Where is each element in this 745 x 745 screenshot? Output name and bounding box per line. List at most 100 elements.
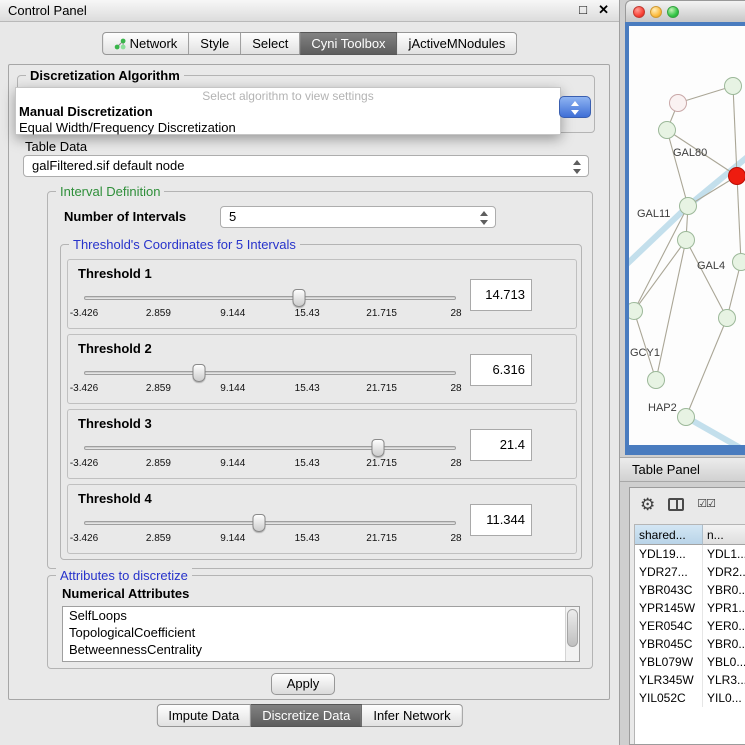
dropdown-option[interactable]: Manual Discretization bbox=[16, 104, 560, 120]
table-cell: YDL19... bbox=[635, 545, 703, 563]
slider-tick-label: 28 bbox=[450, 383, 461, 394]
network-node[interactable] bbox=[725, 78, 742, 95]
network-window-titlebar bbox=[625, 0, 745, 22]
list-scrollbar-thumb[interactable] bbox=[567, 609, 578, 647]
network-node[interactable] bbox=[678, 409, 695, 426]
number-of-intervals-label: Number of Intervals bbox=[64, 209, 186, 224]
network-edge-highlight[interactable] bbox=[686, 417, 745, 445]
table-panel-title: Table Panel bbox=[632, 462, 700, 477]
network-node-gal11[interactable] bbox=[680, 198, 697, 215]
network-canvas[interactable]: GAL80GAL11GAL4GCY1HAP2 bbox=[629, 26, 745, 445]
threshold-value-field[interactable]: 6.316 bbox=[470, 354, 532, 386]
tab-cyni-toolbox[interactable]: Cyni Toolbox bbox=[300, 32, 397, 55]
select-columns-icon[interactable]: ☑☑ bbox=[697, 499, 715, 510]
column-header-2[interactable]: n... bbox=[703, 525, 745, 545]
thresholds-group-title: Threshold's Coordinates for 5 Intervals bbox=[69, 237, 300, 252]
numerical-attributes-list[interactable]: SelfLoopsTopologicalCoefficientBetweenne… bbox=[62, 606, 580, 662]
bottom-tab-impute-data[interactable]: Impute Data bbox=[156, 704, 251, 727]
network-node[interactable] bbox=[729, 168, 745, 185]
slider-tick-label: 15.43 bbox=[295, 308, 320, 319]
tab-select[interactable]: Select bbox=[241, 32, 300, 55]
table-row[interactable]: YBR043CYBR0... bbox=[635, 581, 745, 599]
table-data-value: galFiltered.sif default node bbox=[32, 158, 184, 173]
table-cell: YPR1... bbox=[703, 599, 745, 617]
dropdown-option[interactable]: Equal Width/Frequency Discretization bbox=[16, 120, 560, 136]
slider-tick-label: 9.144 bbox=[220, 458, 245, 469]
threshold-slider[interactable] bbox=[80, 288, 460, 308]
apply-button[interactable]: Apply bbox=[271, 673, 335, 695]
tab-network[interactable]: Network bbox=[102, 32, 190, 55]
attribute-list-item[interactable]: TopologicalCoefficient bbox=[63, 624, 579, 641]
table-row[interactable]: YBL079WYBL0... bbox=[635, 653, 745, 671]
number-of-intervals-combobox[interactable]: 5 bbox=[220, 206, 496, 228]
slider-track[interactable] bbox=[84, 521, 456, 525]
network-edge[interactable] bbox=[634, 206, 688, 311]
threshold-slider[interactable] bbox=[80, 438, 460, 458]
float-window-icon[interactable]: □ bbox=[579, 2, 587, 17]
column-header-1[interactable]: shared... bbox=[635, 525, 703, 545]
table-row[interactable]: YDL19...YDL1... bbox=[635, 545, 745, 563]
minimize-button[interactable] bbox=[650, 6, 662, 18]
table-row[interactable]: YPR145WYPR1... bbox=[635, 599, 745, 617]
algorithm-combobox-button[interactable] bbox=[559, 96, 591, 118]
threshold-value-field[interactable]: 11.344 bbox=[470, 504, 532, 536]
slider-track[interactable] bbox=[84, 296, 456, 300]
threshold-label: Threshold 4 bbox=[78, 491, 152, 506]
combo-arrows-icon bbox=[571, 101, 580, 115]
attributes-group-title: Attributes to discretize bbox=[56, 568, 192, 583]
slider-tick-label: 21.715 bbox=[366, 308, 397, 319]
network-node-gal4[interactable] bbox=[678, 232, 695, 249]
slider-tick-label: 9.144 bbox=[220, 308, 245, 319]
network-edge[interactable] bbox=[733, 86, 737, 176]
tab-style[interactable]: Style bbox=[189, 32, 241, 55]
table-row[interactable]: YLR345WYLR3... bbox=[635, 671, 745, 689]
network-edge[interactable] bbox=[737, 176, 741, 262]
network-node-label: GCY1 bbox=[630, 347, 660, 359]
tab-label: Discretize Data bbox=[262, 708, 350, 723]
network-view-frame: GAL80GAL11GAL4GCY1HAP2 bbox=[625, 22, 745, 455]
network-edge[interactable] bbox=[686, 318, 727, 417]
attribute-list-item[interactable]: BetweennessCentrality bbox=[63, 641, 579, 658]
table-row[interactable]: YER054CYER0... bbox=[635, 617, 745, 635]
close-button[interactable] bbox=[633, 6, 645, 18]
table-cell: YBL0... bbox=[703, 653, 745, 671]
gear-icon[interactable]: ⚙ bbox=[640, 496, 655, 513]
slider-scale: -3.4262.8599.14415.4321.71528 bbox=[80, 383, 460, 395]
close-panel-icon[interactable]: ✕ bbox=[598, 2, 609, 18]
zoom-button[interactable] bbox=[667, 6, 679, 18]
table-data-combobox[interactable]: galFiltered.sif default node bbox=[23, 155, 589, 177]
slider-tick-label: 28 bbox=[450, 308, 461, 319]
columns-icon[interactable] bbox=[668, 498, 684, 511]
network-node[interactable] bbox=[733, 254, 745, 271]
slider-thumb[interactable] bbox=[371, 439, 384, 457]
network-edge[interactable] bbox=[634, 311, 656, 380]
slider-tick-label: 15.43 bbox=[295, 458, 320, 469]
network-node[interactable] bbox=[719, 310, 736, 327]
tab-jactivemnodules[interactable]: jActiveMNodules bbox=[398, 32, 518, 55]
table-cell: YBR043C bbox=[635, 581, 703, 599]
bottom-tab-discretize-data[interactable]: Discretize Data bbox=[251, 704, 362, 727]
slider-track[interactable] bbox=[84, 446, 456, 450]
table-cell: YBR0... bbox=[703, 635, 745, 653]
interval-definition-group: Interval Definition Number of Intervals … bbox=[47, 191, 593, 569]
network-node-gcy1[interactable] bbox=[629, 303, 643, 320]
network-node[interactable] bbox=[670, 95, 687, 112]
list-scrollbar[interactable] bbox=[565, 607, 579, 661]
network-node-hap2[interactable] bbox=[648, 372, 665, 389]
threshold-slider[interactable] bbox=[80, 513, 460, 533]
table-row[interactable]: YBR045CYBR0... bbox=[635, 635, 745, 653]
threshold-slider[interactable] bbox=[80, 363, 460, 383]
threshold-value-field[interactable]: 14.713 bbox=[470, 279, 532, 311]
network-edge[interactable] bbox=[686, 240, 727, 318]
slider-thumb[interactable] bbox=[193, 364, 206, 382]
combo-arrows-icon bbox=[480, 211, 489, 225]
table-row[interactable]: YDR27...YDR2... bbox=[635, 563, 745, 581]
bottom-tab-infer-network[interactable]: Infer Network bbox=[362, 704, 462, 727]
slider-track[interactable] bbox=[84, 371, 456, 375]
attribute-list-item[interactable]: SelfLoops bbox=[63, 607, 579, 624]
slider-thumb[interactable] bbox=[252, 514, 265, 532]
table-row[interactable]: YIL052CYIL0... bbox=[635, 689, 745, 707]
network-node-gal80[interactable] bbox=[659, 122, 676, 139]
slider-thumb[interactable] bbox=[292, 289, 305, 307]
threshold-value-field[interactable]: 21.4 bbox=[470, 429, 532, 461]
